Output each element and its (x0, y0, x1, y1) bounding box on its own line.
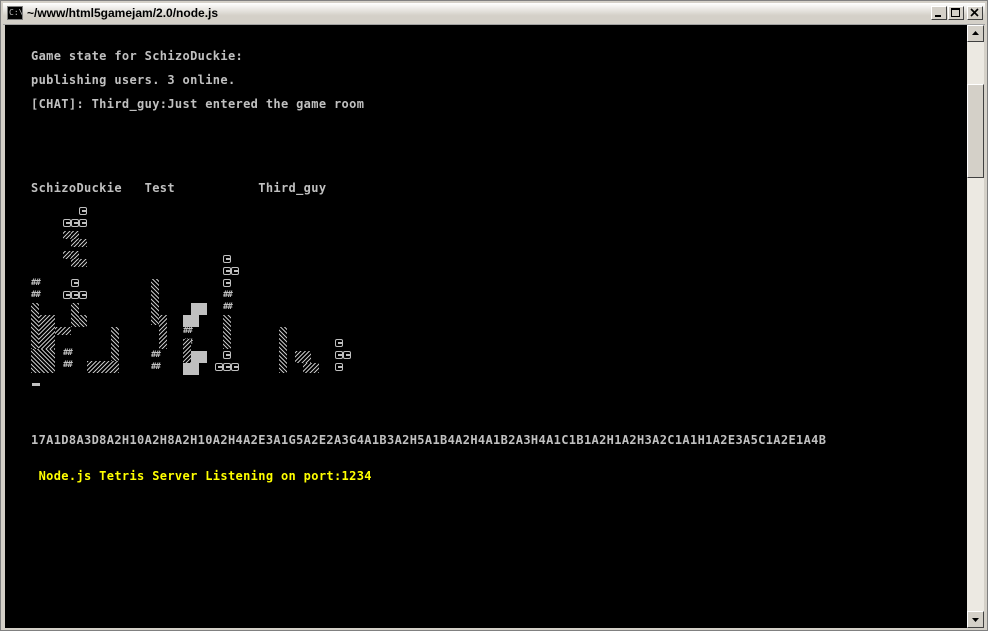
tetris-block: ## (31, 278, 41, 288)
tetris-block (39, 315, 55, 349)
tetris-block (31, 303, 39, 349)
server-status-line: Node.js Tetris Server Listening on port:… (31, 469, 372, 483)
board-third-guy (279, 205, 379, 375)
tetris-block: ## (223, 302, 233, 312)
tetris-block (63, 231, 71, 239)
tetris-block: ## (151, 350, 161, 360)
tetris-block (71, 239, 79, 247)
chat-line: [CHAT]: Third_guy:Just entered the game … (31, 97, 365, 111)
app-icon-label: C:\ (9, 8, 23, 17)
tetris-block (279, 327, 287, 373)
tetris-block (223, 315, 231, 349)
tetris-block: ## (31, 290, 41, 300)
tetris-block (343, 351, 351, 359)
window-title: ~/www/html5gamejam/2.0/node.js (27, 6, 219, 20)
tetris-block (191, 351, 207, 363)
tetris-block (223, 351, 231, 359)
tetris-block (159, 315, 167, 349)
tetris-block (63, 291, 71, 299)
tetris-block (79, 239, 87, 247)
tetris-block (335, 351, 343, 359)
tetris-block (215, 363, 223, 371)
board-encoding-line: 17A1D8A3D8A2H10A2H8A2H10A2H4A2E3A1G5A2E2… (31, 433, 827, 447)
tetris-block: ## (151, 362, 161, 372)
title-bar[interactable]: C:\ ~/www/html5gamejam/2.0/node.js (3, 3, 985, 25)
tetris-block (63, 251, 71, 259)
tetris-block (335, 339, 343, 347)
tetris-block (71, 219, 79, 227)
tetris-block (79, 291, 87, 299)
tetris-block (231, 267, 239, 275)
game-state-line: Game state for SchizoDuckie: (31, 49, 244, 63)
tetris-block: ## (183, 326, 193, 336)
tetris-block (31, 349, 55, 373)
tetris-block: ## (223, 290, 233, 300)
tetris-block (71, 291, 79, 299)
maximize-icon (951, 8, 960, 17)
scroll-up-button[interactable] (967, 25, 984, 42)
minimize-button[interactable] (931, 6, 947, 20)
tetris-block (303, 363, 319, 373)
tetris-block (191, 303, 207, 315)
tetris-block (63, 219, 71, 227)
tetris-block (55, 327, 71, 335)
console-window: C:\ ~/www/html5gamejam/2.0/node.js Game … (0, 0, 988, 631)
board-schizoduckie: ## ## ## ## (31, 205, 131, 375)
tetris-block (79, 207, 87, 215)
scroll-up-icon (972, 31, 979, 35)
tetris-block (87, 361, 119, 373)
tetris-block (223, 255, 231, 263)
tetris-block (223, 279, 231, 287)
tetris-block (79, 219, 87, 227)
tetris-block (183, 363, 199, 375)
tetris-block (223, 363, 231, 371)
tetris-block (223, 267, 231, 275)
tetris-block: ## (63, 360, 73, 370)
console-output[interactable]: Game state for SchizoDuckie: publishing … (5, 25, 967, 628)
player-names-line: SchizoDuckie Test Third_guy (31, 181, 327, 195)
tetris-block (111, 327, 119, 361)
tetris-block (295, 351, 311, 363)
tetris-block (231, 363, 239, 371)
scroll-down-button[interactable] (967, 611, 984, 628)
board-test: ## ## ## ## ## ## (151, 205, 251, 375)
close-button[interactable] (967, 6, 983, 20)
minimize-icon (935, 15, 941, 17)
tetris-block (79, 259, 87, 267)
console-cursor (32, 383, 40, 386)
tetris-block (71, 231, 79, 239)
vertical-scrollbar[interactable] (967, 25, 984, 628)
scroll-thumb[interactable] (967, 84, 984, 178)
tetris-block (151, 279, 159, 325)
publishing-line: publishing users. 3 online. (31, 73, 236, 87)
maximize-button[interactable] (948, 6, 964, 20)
tetris-block (183, 339, 191, 363)
tetris-block (71, 251, 79, 259)
tetris-block (79, 315, 87, 327)
tetris-block (71, 303, 79, 327)
tetris-block (335, 363, 343, 371)
tetris-block (71, 259, 79, 267)
console-app-icon[interactable]: C:\ (7, 6, 23, 20)
tetris-block (71, 279, 79, 287)
close-icon (970, 8, 979, 17)
tetris-block: ## (63, 348, 73, 358)
scroll-down-icon (972, 618, 979, 622)
